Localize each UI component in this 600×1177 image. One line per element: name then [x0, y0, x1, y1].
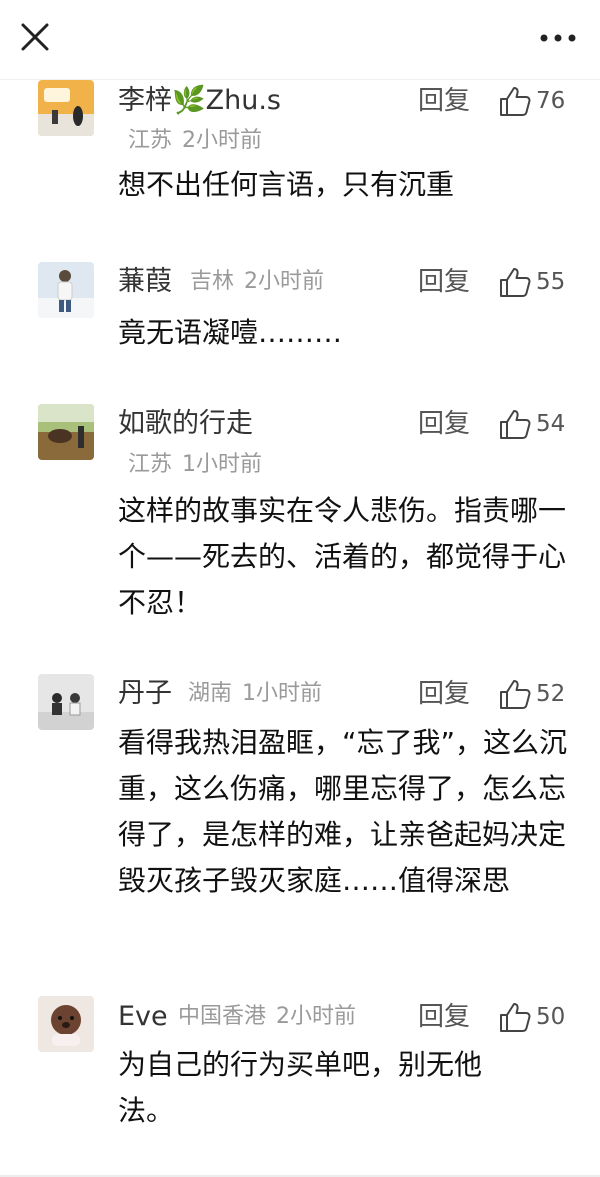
like-count: 76	[536, 88, 566, 114]
region-label: 江苏	[128, 128, 173, 153]
comment-text: 这样的故事实在令人悲伤。指责哪一个——死去的、活着的，都觉得于心不忍！	[118, 494, 567, 619]
close-icon[interactable]	[14, 16, 56, 58]
comment-text: 竟无语凝噎………	[118, 316, 343, 349]
username[interactable]: Eve	[118, 1000, 168, 1034]
comment-text: 为自己的行为买单吧，别无他法。	[118, 1048, 483, 1127]
username[interactable]: 如歌的行走	[118, 407, 253, 441]
time-label: 2小时前	[182, 128, 263, 153]
like-count: 50	[536, 1004, 566, 1030]
thumbs-up-icon	[500, 1003, 531, 1032]
comment-text: 看得我热泪盈眶，“忘了我”，这么沉重，这么伤痛，哪里忘得了，怎么忘得了，是怎样的…	[118, 726, 568, 897]
comment-meta: 江苏 2小时前	[128, 126, 262, 156]
reply-button[interactable]: 回复	[418, 1000, 470, 1034]
avatar[interactable]	[38, 996, 94, 1052]
more-horizontal-icon[interactable]	[538, 24, 578, 52]
comment-meta: 江苏 1小时前	[128, 450, 262, 480]
username[interactable]: 李梓🌿Zhu.s	[118, 84, 281, 118]
like-button[interactable]: 50	[498, 1000, 565, 1034]
thumbs-up-icon	[500, 268, 531, 297]
region-label: 江苏	[128, 452, 173, 477]
like-button[interactable]: 54	[498, 407, 565, 441]
reply-button[interactable]: 回复	[418, 265, 470, 299]
thumbs-up-icon	[500, 680, 531, 709]
like-count: 52	[536, 681, 566, 707]
region-label: 中国香港	[178, 1004, 267, 1029]
comment-text: 想不出任何言语，只有沉重	[118, 168, 455, 201]
like-button[interactable]: 52	[498, 677, 565, 711]
like-count: 55	[536, 269, 566, 295]
time-label: 2小时前	[244, 269, 325, 294]
thumbs-up-icon	[500, 87, 531, 116]
comment-meta: 湖南 1小时前	[188, 679, 322, 709]
like-button[interactable]: 55	[498, 265, 565, 299]
avatar[interactable]	[38, 404, 94, 460]
avatar[interactable]	[38, 80, 94, 136]
time-label: 2小时前	[276, 1004, 357, 1029]
comment-meta: 吉林 2小时前	[190, 267, 324, 297]
avatar[interactable]	[38, 674, 94, 730]
thumbs-up-icon	[500, 410, 531, 439]
time-label: 1小时前	[182, 452, 263, 477]
time-label: 1小时前	[242, 681, 323, 706]
reply-button[interactable]: 回复	[418, 677, 470, 711]
username[interactable]: 丹子	[118, 677, 172, 711]
reply-button[interactable]: 回复	[418, 407, 470, 441]
reply-button[interactable]: 回复	[418, 84, 470, 118]
top-bar	[0, 0, 600, 80]
comment-meta: 中国香港 2小时前	[178, 1002, 356, 1032]
like-button[interactable]: 76	[498, 84, 565, 118]
avatar[interactable]	[38, 262, 94, 318]
region-label: 湖南	[188, 681, 233, 706]
region-label: 吉林	[190, 269, 235, 294]
username[interactable]: 蒹葭	[118, 265, 172, 299]
like-count: 54	[536, 411, 566, 437]
